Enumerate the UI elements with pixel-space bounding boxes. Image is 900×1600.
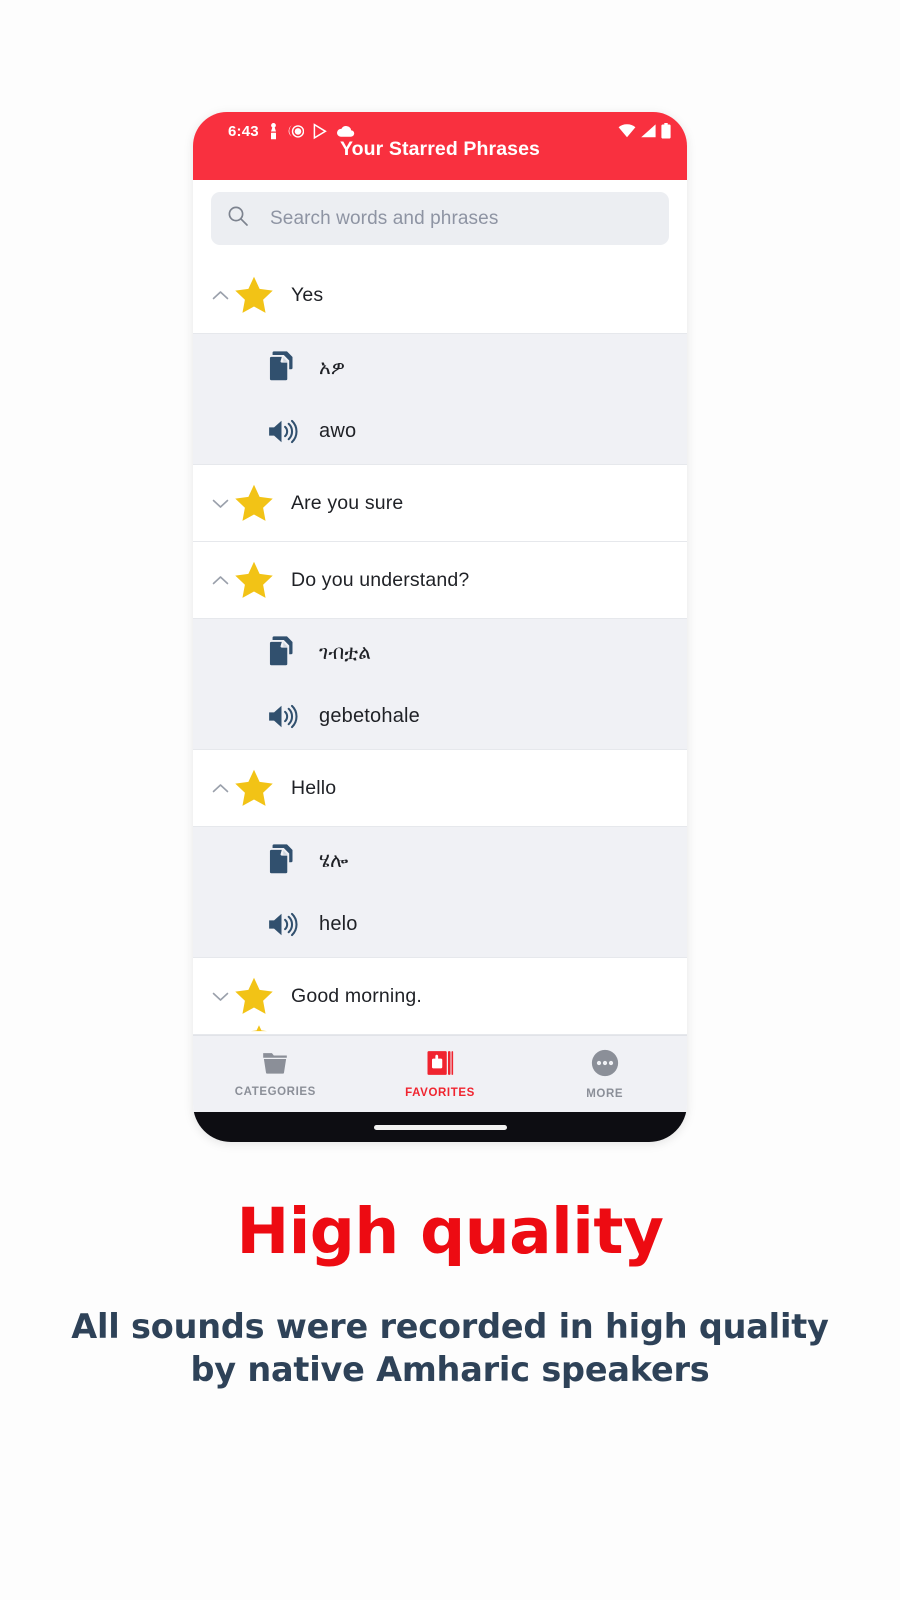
- star-icon[interactable]: [231, 975, 277, 1017]
- audio-row[interactable]: gebetohale: [193, 684, 687, 749]
- speaker-icon[interactable]: [265, 700, 305, 733]
- phrase-row[interactable]: Yes: [193, 257, 687, 334]
- phrase-label: Good morning.: [291, 984, 422, 1007]
- status-time: 6:43: [228, 122, 259, 140]
- copy-icon[interactable]: [265, 350, 305, 383]
- more-dots-icon: [590, 1048, 620, 1083]
- person-notification-icon: [268, 122, 279, 140]
- search-container: Search words and phrases: [193, 180, 687, 257]
- chevron-down-icon[interactable]: [209, 991, 231, 1002]
- wifi-icon: [618, 124, 636, 138]
- bottom-navigation[interactable]: CATEGORIES FAVORITES MORE: [193, 1035, 687, 1112]
- phrase-label: Are you sure: [291, 491, 404, 514]
- cloud-icon: [336, 125, 355, 138]
- native-text-row[interactable]: አዎ: [193, 334, 687, 399]
- clock-alarm-icon: [287, 123, 305, 140]
- battery-icon: [661, 123, 671, 139]
- nav-item-categories[interactable]: CATEGORIES: [193, 1050, 358, 1098]
- speaker-icon[interactable]: [265, 415, 305, 448]
- audio-row[interactable]: awo: [193, 399, 687, 464]
- status-right-icons: [618, 123, 671, 139]
- play-store-icon: [312, 122, 328, 140]
- page-title: Your Starred Phrases: [340, 138, 540, 160]
- promo-title: High quality: [236, 1195, 664, 1268]
- nav-label-more: MORE: [586, 1088, 624, 1100]
- phone-mockup: 6:43 Your Starred Phrases Search words a…: [193, 112, 687, 1142]
- phrase-label: Yes: [291, 283, 324, 306]
- transliteration: gebetohale: [319, 705, 420, 727]
- star-icon-partial: [250, 1020, 268, 1038]
- native-phrase: ገብቷል: [319, 639, 372, 664]
- audio-row[interactable]: helo: [193, 892, 687, 957]
- chevron-up-icon[interactable]: [209, 290, 231, 301]
- chevron-up-icon[interactable]: [209, 575, 231, 586]
- nav-item-favorites[interactable]: FAVORITES: [358, 1049, 523, 1099]
- phrase-row[interactable]: Are you sure: [193, 465, 687, 542]
- gesture-bar-area: [193, 1112, 687, 1142]
- native-text-row[interactable]: ሄሎ: [193, 827, 687, 892]
- gesture-pill[interactable]: [373, 1124, 507, 1130]
- phrase-label: Hello: [291, 776, 337, 799]
- native-text-row[interactable]: ገብቷል: [193, 619, 687, 684]
- search-icon: [227, 205, 249, 232]
- phrase-detail: ሄሎ helo: [193, 827, 687, 958]
- search-placeholder: Search words and phrases: [270, 207, 499, 229]
- nav-label-favorites: FAVORITES: [405, 1087, 475, 1099]
- promo-subtitle-line1: All sounds were recorded in high quality: [71, 1307, 829, 1346]
- star-icon[interactable]: [231, 767, 277, 809]
- phrase-row[interactable]: Do you understand?: [193, 542, 687, 619]
- promo-subtitle-line2: by native Amharic speakers: [190, 1349, 710, 1389]
- native-phrase: አዎ: [319, 354, 346, 379]
- phrase-row[interactable]: Hello: [193, 750, 687, 827]
- phrase-list[interactable]: Yes አዎ awo Are you sure Do you understan…: [193, 257, 687, 1062]
- nav-item-more[interactable]: MORE: [522, 1048, 687, 1100]
- chevron-up-icon[interactable]: [209, 783, 231, 794]
- signal-icon: [640, 124, 657, 138]
- copy-icon[interactable]: [265, 843, 305, 876]
- speaker-icon[interactable]: [265, 908, 305, 941]
- transliteration: helo: [319, 913, 358, 935]
- nav-label-categories: CATEGORIES: [234, 1086, 316, 1098]
- promo-section: High quality All sounds were recorded in…: [0, 1200, 900, 1392]
- favorites-book-icon: [425, 1049, 455, 1082]
- app-bar: 6:43 Your Starred Phrases: [193, 112, 687, 180]
- star-icon[interactable]: [231, 559, 277, 601]
- phrase-detail: አዎ awo: [193, 334, 687, 465]
- star-icon[interactable]: [231, 482, 277, 524]
- native-phrase: ሄሎ: [319, 847, 349, 872]
- folder-icon: [260, 1050, 290, 1081]
- promo-subtitle: All sounds were recorded in high quality…: [0, 1306, 900, 1392]
- phrase-label: Do you understand?: [291, 568, 470, 591]
- phrase-detail: ገብቷል gebetohale: [193, 619, 687, 750]
- star-icon[interactable]: [231, 274, 277, 316]
- chevron-down-icon[interactable]: [209, 498, 231, 509]
- copy-icon[interactable]: [265, 635, 305, 668]
- transliteration: awo: [319, 420, 357, 442]
- search-input[interactable]: Search words and phrases: [211, 192, 669, 245]
